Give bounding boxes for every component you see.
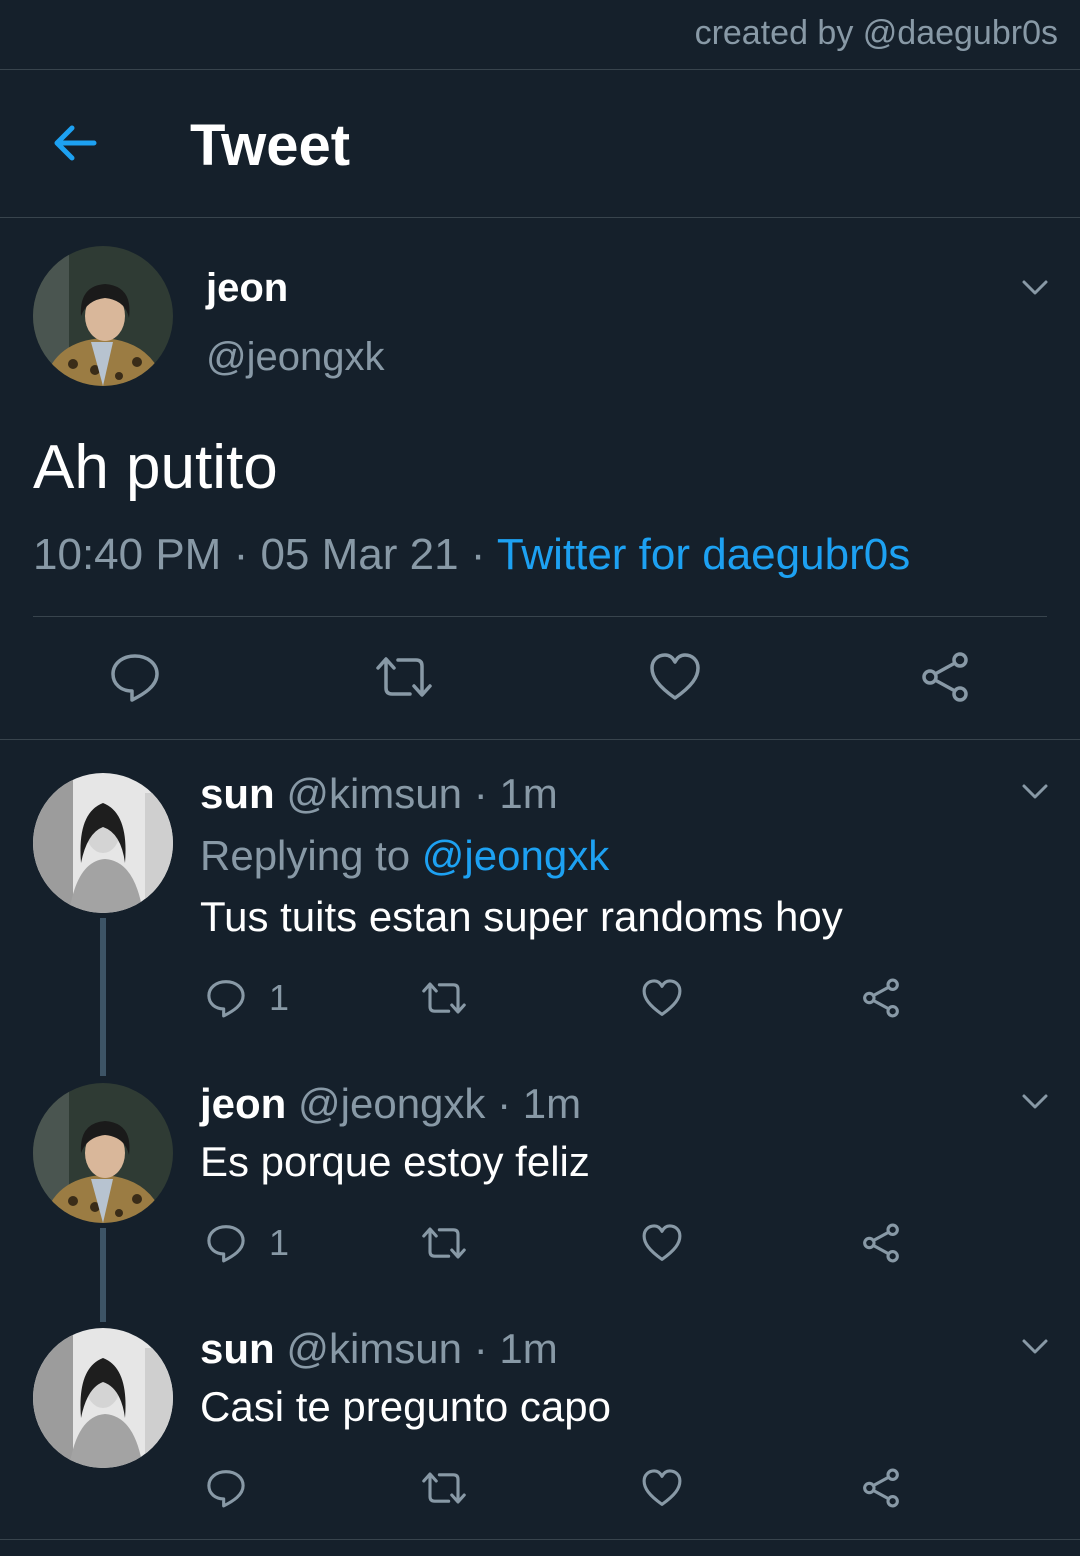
avatar-sun[interactable] bbox=[33, 1328, 173, 1468]
meta-separator: · bbox=[221, 530, 261, 579]
tweet-text: Ah putito bbox=[33, 433, 278, 502]
reply-button[interactable]: 1 bbox=[205, 977, 289, 1019]
reply-age: 1m bbox=[522, 1080, 582, 1127]
reply-button[interactable] bbox=[205, 1467, 269, 1509]
retweet-icon bbox=[422, 1472, 466, 1504]
retweet-icon bbox=[422, 982, 466, 1014]
reply-text: Es porque estoy feliz bbox=[200, 1138, 590, 1185]
like-button[interactable] bbox=[641, 1467, 683, 1509]
tweet-date: 05 Mar 21 bbox=[260, 530, 459, 579]
reply-count: 1 bbox=[269, 1222, 290, 1263]
bottom-divider bbox=[0, 1539, 1080, 1540]
replying-to-prefix: Replying to bbox=[200, 832, 422, 879]
author-handle[interactable]: @jeongxk bbox=[206, 335, 384, 380]
retweet-icon bbox=[422, 1227, 466, 1259]
reply-icon bbox=[207, 1470, 245, 1508]
reply-author-handle[interactable]: @jeongxk bbox=[298, 1080, 485, 1127]
actions-divider bbox=[0, 739, 1080, 740]
share-button[interactable] bbox=[918, 650, 972, 704]
reply-age: 1m bbox=[499, 1325, 558, 1372]
chevron-down-icon[interactable] bbox=[1018, 1329, 1052, 1363]
replying-to: Replying to @jeongxk bbox=[200, 832, 609, 880]
reply-button[interactable] bbox=[108, 650, 162, 704]
reply-dot: · bbox=[497, 1080, 512, 1127]
avatar-jeon[interactable] bbox=[33, 246, 173, 386]
share-button[interactable] bbox=[860, 1467, 902, 1509]
retweet-button[interactable] bbox=[420, 977, 468, 1019]
reply-author-name[interactable]: sun bbox=[200, 1325, 275, 1372]
reply-header: sun @kimsun · 1m bbox=[200, 770, 558, 818]
reply-count: 1 bbox=[269, 977, 290, 1018]
back-arrow-icon[interactable] bbox=[50, 118, 100, 168]
reply-author-handle[interactable]: @kimsun bbox=[286, 770, 462, 817]
reply-author-handle[interactable]: @kimsun bbox=[286, 1325, 462, 1372]
reply-text: Casi te pregunto capo bbox=[200, 1383, 611, 1430]
reply-icon bbox=[207, 1225, 245, 1263]
thread-line bbox=[100, 918, 106, 1076]
like-button[interactable] bbox=[648, 650, 702, 704]
top-divider bbox=[0, 69, 1080, 70]
like-icon bbox=[650, 653, 700, 700]
reply-button[interactable]: 1 bbox=[205, 1222, 289, 1264]
reply-icon bbox=[207, 980, 245, 1018]
reply-text: Tus tuits estan super randoms hoy bbox=[200, 893, 843, 940]
reply-icon bbox=[111, 654, 159, 702]
thread-line bbox=[100, 1228, 106, 1322]
share-icon bbox=[863, 1468, 899, 1508]
chevron-down-icon[interactable] bbox=[1018, 1084, 1052, 1118]
reply-header: jeon @jeongxk · 1m bbox=[200, 1080, 581, 1128]
avatar-sun[interactable] bbox=[33, 773, 173, 913]
retweet-button[interactable] bbox=[420, 1222, 468, 1264]
header-divider bbox=[0, 217, 1080, 218]
reply-header: sun @kimsun · 1m bbox=[200, 1325, 558, 1373]
share-button[interactable] bbox=[860, 1222, 902, 1264]
retweet-icon bbox=[376, 657, 432, 697]
reply-age: 1m bbox=[499, 770, 558, 817]
reply-dot: · bbox=[473, 770, 488, 817]
like-icon bbox=[642, 1469, 682, 1506]
page-title: Tweet bbox=[190, 113, 351, 178]
like-icon bbox=[642, 1224, 682, 1261]
replying-to-handle[interactable]: @jeongxk bbox=[422, 832, 609, 879]
avatar-jeon[interactable] bbox=[33, 1083, 173, 1223]
like-button[interactable] bbox=[641, 1222, 683, 1264]
share-icon bbox=[863, 1223, 899, 1263]
author-name[interactable]: jeon bbox=[206, 266, 288, 311]
retweet-button[interactable] bbox=[374, 650, 434, 704]
reply-dot: · bbox=[473, 1325, 488, 1372]
creator-credit: created by @daegubr0s bbox=[694, 14, 1058, 52]
chevron-down-icon[interactable] bbox=[1018, 774, 1052, 808]
like-button[interactable] bbox=[641, 977, 683, 1019]
meta-separator: · bbox=[458, 530, 497, 579]
meta-divider bbox=[33, 616, 1047, 617]
tweet-source-link[interactable]: Twitter for daegubr0s bbox=[497, 530, 910, 579]
retweet-button[interactable] bbox=[420, 1467, 468, 1509]
share-icon bbox=[922, 652, 968, 702]
share-button[interactable] bbox=[860, 977, 902, 1019]
reply-author-name[interactable]: sun bbox=[200, 770, 275, 817]
reply-author-name[interactable]: jeon bbox=[200, 1080, 286, 1127]
tweet-meta: 10:40 PM · 05 Mar 21 · Twitter for daegu… bbox=[33, 530, 910, 580]
chevron-down-icon[interactable] bbox=[1018, 270, 1052, 304]
like-icon bbox=[642, 979, 682, 1016]
share-icon bbox=[863, 978, 899, 1018]
tweet-time: 10:40 PM bbox=[33, 530, 222, 579]
